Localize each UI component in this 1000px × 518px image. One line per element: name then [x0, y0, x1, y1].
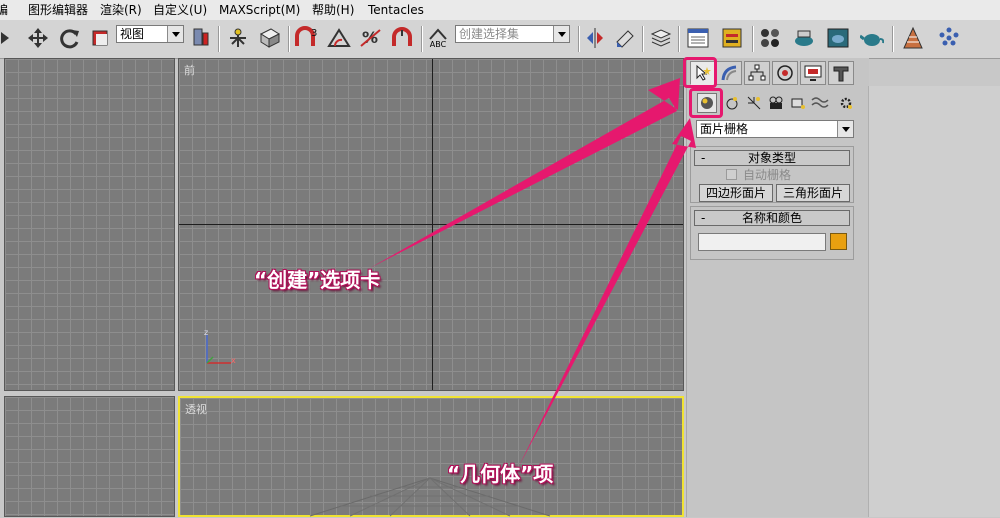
edit-named-selection-icon[interactable]: ABC — [424, 24, 452, 52]
menu-graph-editors[interactable]: 图形编辑器 — [28, 2, 88, 18]
object-name-field[interactable] — [698, 233, 826, 251]
helpers-category-button[interactable] — [788, 93, 808, 113]
name-color-title: 名称和颜色 — [741, 211, 802, 225]
shapes-category-button[interactable] — [722, 93, 742, 113]
tab-modify[interactable] — [716, 61, 742, 85]
annotation-geometry-item: “几何体”项 — [447, 462, 554, 486]
tab-motion[interactable] — [772, 61, 798, 85]
geometry-item-highlight — [689, 88, 723, 118]
front-horizontal-axis — [179, 224, 683, 225]
percent-snap-icon[interactable]: % — [356, 24, 386, 52]
name-color-rollout-header[interactable]: - 名称和颜色 — [694, 210, 850, 226]
object-color-swatch[interactable] — [830, 233, 847, 250]
viewport-bottom-left[interactable] — [4, 396, 175, 517]
layer-manager-icon[interactable] — [648, 24, 674, 52]
viewport-label-front[interactable]: 前 — [184, 62, 195, 78]
camera-icon — [769, 96, 783, 109]
object-type-rollout-header[interactable]: - 对象类型 — [694, 150, 850, 166]
menu-maxscript[interactable]: MAXScript(M) — [219, 2, 300, 18]
main-toolbar: 视图 3 % ABC 创建选择集 — [0, 20, 1000, 59]
scale-icon[interactable] — [88, 24, 112, 52]
menu-item-edit[interactable]: 编 — [0, 2, 8, 18]
lights-icon — [747, 96, 761, 110]
shapes-icon — [726, 97, 738, 110]
menu-bar: 编 图形编辑器 渲染(R) 自定义(U) MAXScript(M) 帮助(H) … — [0, 0, 1000, 21]
render-teapot-icon[interactable] — [858, 24, 886, 52]
axis-x-label: x — [231, 356, 236, 365]
select-link-icon[interactable] — [0, 24, 14, 52]
viewport-front[interactable]: 前 z x — [178, 58, 684, 391]
lights-category-button[interactable] — [744, 93, 764, 113]
viewport-label-perspective[interactable]: 透视 — [185, 401, 207, 417]
keyboard-shortcut-icon[interactable] — [256, 24, 284, 52]
move-icon[interactable] — [24, 24, 52, 52]
menu-customize[interactable]: 自定义(U) — [153, 2, 207, 18]
modify-arc-icon — [721, 65, 737, 81]
rendered-frame-window-icon[interactable] — [824, 24, 852, 52]
reference-coord-dropdown[interactable]: 视图 — [116, 25, 184, 43]
helpers-icon — [791, 98, 805, 109]
pivot-center-icon[interactable] — [188, 24, 214, 52]
align-icon[interactable] — [612, 24, 638, 52]
viewport-perspective[interactable]: 透视 — [178, 396, 684, 517]
spinner-snap-icon[interactable] — [388, 24, 418, 52]
svg-text:3: 3 — [311, 28, 317, 39]
display-monitor-icon — [804, 65, 822, 81]
menu-tentacles[interactable]: Tentacles — [368, 2, 424, 18]
axis-z-label: z — [204, 328, 208, 337]
create-tab-highlight — [683, 57, 717, 88]
abc-label: ABC — [429, 40, 447, 49]
utilities-hammer-icon — [833, 66, 849, 82]
tab-utilities[interactable] — [828, 61, 854, 85]
autogrid-label: 自动栅格 — [743, 168, 792, 182]
curve-editor-icon[interactable] — [684, 24, 712, 52]
annotation-create-tab: “创建”选项卡 — [254, 268, 381, 292]
tab-hierarchy[interactable] — [744, 61, 770, 85]
right-panel-strip — [868, 86, 1000, 517]
container-icon[interactable] — [898, 24, 928, 52]
systems-category-button[interactable] — [836, 93, 856, 113]
category-dropdown[interactable]: 面片栅格 — [696, 120, 854, 138]
hierarchy-icon — [748, 64, 766, 81]
tab-display[interactable] — [800, 61, 826, 85]
snap-toggle-icon[interactable]: 3 — [292, 24, 322, 52]
angle-snap-icon[interactable] — [324, 24, 354, 52]
collapse-icon: - — [701, 151, 706, 165]
collapse-icon: - — [701, 211, 706, 225]
menu-rendering[interactable]: 渲染(R) — [100, 2, 142, 18]
manipulate-icon[interactable] — [224, 24, 252, 52]
quad-patch-button[interactable]: 四边形面片 — [699, 184, 773, 202]
motion-icon — [777, 65, 793, 81]
viewport-top-left[interactable] — [4, 58, 175, 391]
named-selection-set-dropdown[interactable]: 创建选择集 — [455, 25, 570, 43]
render-setup-icon[interactable] — [790, 24, 818, 52]
schematic-view-icon[interactable] — [718, 24, 746, 52]
menu-help[interactable]: 帮助(H) — [312, 2, 354, 18]
autogrid-checkbox[interactable] — [726, 169, 737, 180]
axis-tripod-icon: z x — [204, 328, 236, 365]
material-editor-icon[interactable] — [756, 24, 784, 52]
cameras-category-button[interactable] — [766, 93, 786, 113]
systems-gear-icon — [840, 97, 852, 109]
tri-patch-button[interactable]: 三角形面片 — [776, 184, 850, 202]
space-warps-category-button[interactable] — [810, 93, 830, 113]
mirror-icon[interactable] — [582, 24, 608, 52]
space-warps-icon — [811, 97, 829, 108]
particle-view-icon[interactable] — [934, 24, 964, 52]
rotate-icon[interactable] — [56, 24, 84, 52]
object-type-title: 对象类型 — [747, 151, 796, 165]
